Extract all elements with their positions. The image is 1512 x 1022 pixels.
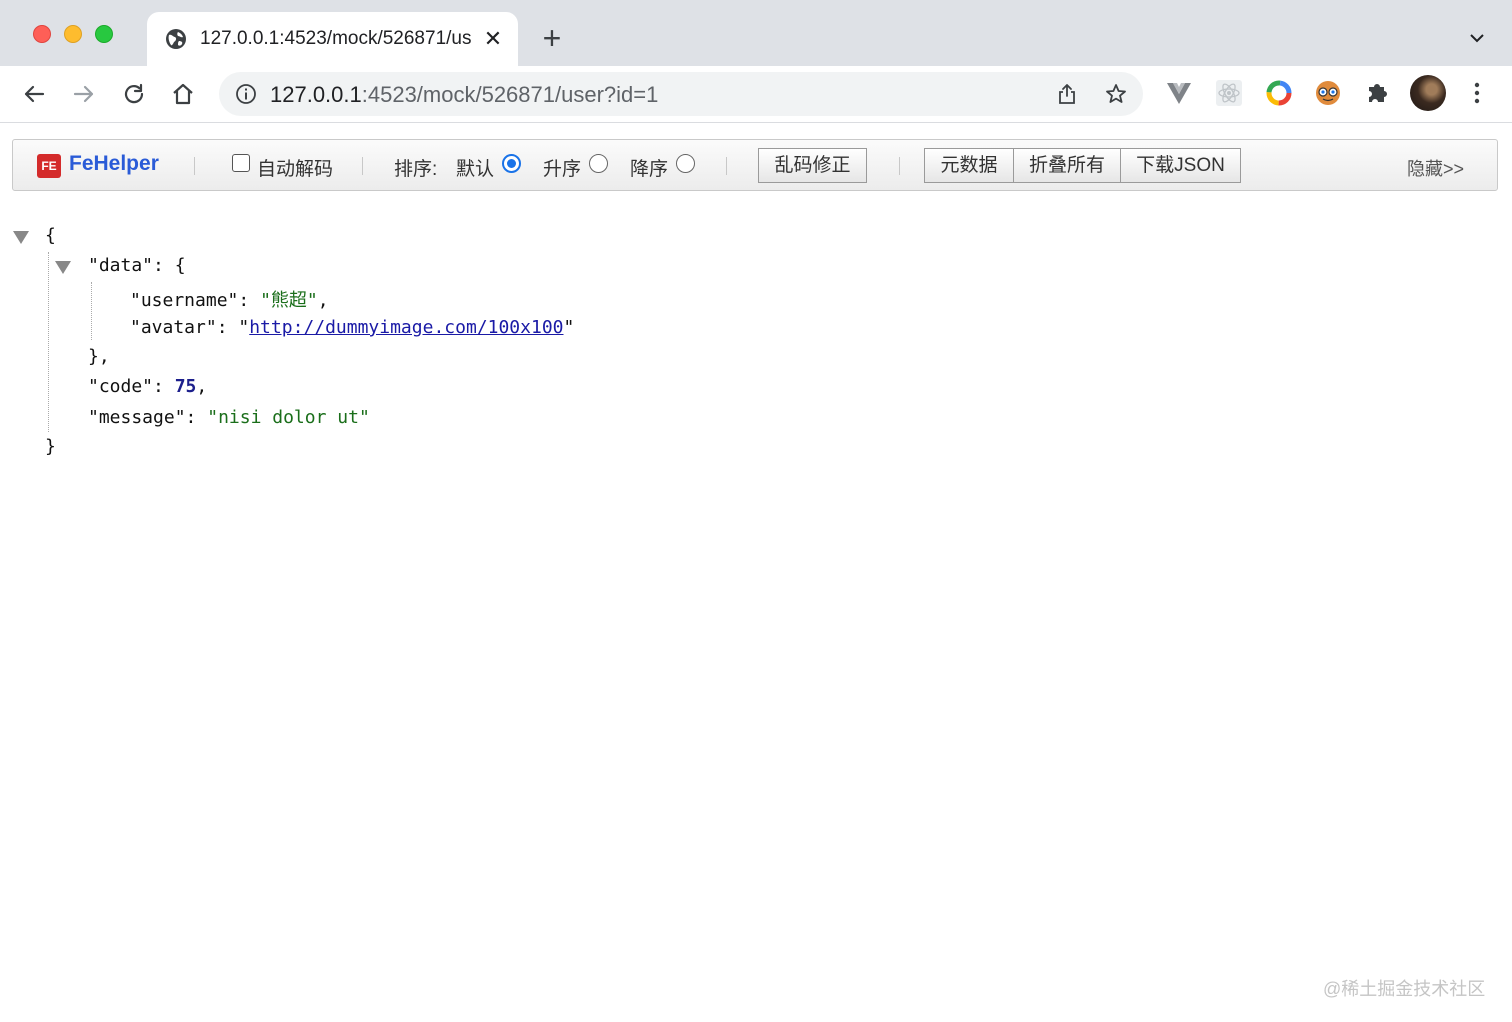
home-icon[interactable]	[168, 79, 198, 109]
active-tab[interactable]: 127.0.0.1:4523/mock/526871/user?id=1 ✕	[147, 12, 518, 66]
minimize-window-button[interactable]	[64, 25, 82, 43]
json-message-line: "message": "nisi dolor ut"	[88, 407, 370, 428]
fehelper-logo: FE	[37, 154, 61, 178]
sort-default-radio[interactable]	[502, 154, 521, 173]
code-value: 75	[174, 376, 197, 397]
auto-decode-checkbox[interactable]	[232, 154, 250, 172]
json-username-line: "username": "熊超",	[130, 290, 329, 311]
sort-desc-label: 降序	[630, 159, 669, 180]
message-value: "nisi dolor ut"	[207, 407, 370, 428]
avatar[interactable]	[1410, 75, 1446, 111]
sort-default-label: 默认	[456, 159, 495, 180]
json-data-line: "data": {	[88, 255, 186, 276]
kebab-menu-icon[interactable]	[1462, 78, 1492, 108]
root-indent-guide	[48, 252, 49, 432]
face-extension-icon[interactable]	[1313, 78, 1343, 108]
collapse-root-toggle[interactable]	[13, 231, 29, 244]
json-viewer: { "data": { "username": "熊超", "avatar": …	[0, 220, 1512, 480]
json-code-line: "code": 75,	[88, 376, 208, 397]
color-ring-icon[interactable]	[1264, 78, 1294, 108]
json-close-brace: }	[45, 436, 56, 457]
star-icon[interactable]	[1105, 83, 1127, 105]
close-window-button[interactable]	[33, 25, 51, 43]
arrow-right-icon[interactable]	[69, 79, 99, 109]
hide-toolbar-link[interactable]: 隐藏>>	[1407, 155, 1464, 181]
divider	[362, 157, 363, 175]
url-text[interactable]: 127.0.0.1:4523/mock/526871/user?id=1	[270, 82, 658, 108]
reload-icon[interactable]	[119, 79, 149, 109]
info-icon[interactable]	[235, 83, 257, 105]
collapse-all-button[interactable]: 折叠所有	[1013, 148, 1121, 183]
puzzle-icon[interactable]	[1363, 78, 1393, 108]
divider	[194, 157, 195, 175]
browser-toolbar: 127.0.0.1:4523/mock/526871/user?id=1	[0, 66, 1512, 123]
json-data-close: },	[88, 346, 110, 367]
fix-encoding-button[interactable]: 乱码修正	[758, 148, 867, 183]
download-json-button[interactable]: 下载JSON	[1120, 148, 1241, 183]
sort-desc-radio[interactable]	[676, 154, 695, 173]
divider	[899, 157, 900, 175]
zoom-window-button[interactable]	[95, 25, 113, 43]
tab-strip: 127.0.0.1:4523/mock/526871/user?id=1 ✕ +	[0, 0, 1512, 66]
chevron-down-icon[interactable]	[1467, 28, 1487, 48]
address-bar[interactable]: 127.0.0.1:4523/mock/526871/user?id=1	[219, 72, 1143, 116]
avatar-url-link[interactable]: http://dummyimage.com/100x100	[249, 317, 563, 338]
fehelper-toolbar: FE FeHelper 自动解码 排序: 默认 升序 降序 乱码修正 元数据 折…	[12, 139, 1498, 191]
fehelper-brand: FeHelper	[69, 152, 159, 175]
share-icon[interactable]	[1056, 83, 1078, 105]
sort-asc-label: 升序	[543, 159, 582, 180]
arrow-left-icon[interactable]	[19, 79, 49, 109]
vue-devtools-icon[interactable]	[1164, 78, 1194, 108]
sort-asc-radio[interactable]	[589, 154, 608, 173]
metadata-button[interactable]: 元数据	[924, 148, 1014, 183]
globe-icon	[166, 29, 186, 49]
tab-title: 127.0.0.1:4523/mock/526871/user?id=1	[200, 28, 472, 49]
data-indent-guide	[91, 282, 92, 340]
json-open-brace: {	[45, 225, 56, 246]
divider	[726, 157, 727, 175]
collapse-data-toggle[interactable]	[55, 261, 71, 274]
json-avatar-line: "avatar": "http://dummyimage.com/100x100…	[130, 317, 575, 338]
close-icon[interactable]: ✕	[483, 28, 503, 50]
react-devtools-icon[interactable]	[1214, 78, 1244, 108]
watermark: @稀土掘金技术社区	[1323, 979, 1486, 999]
username-value: "熊超"	[260, 290, 318, 311]
plus-icon[interactable]: +	[538, 22, 566, 54]
auto-decode-label: 自动解码	[257, 159, 334, 180]
sort-label: 排序:	[394, 159, 438, 180]
